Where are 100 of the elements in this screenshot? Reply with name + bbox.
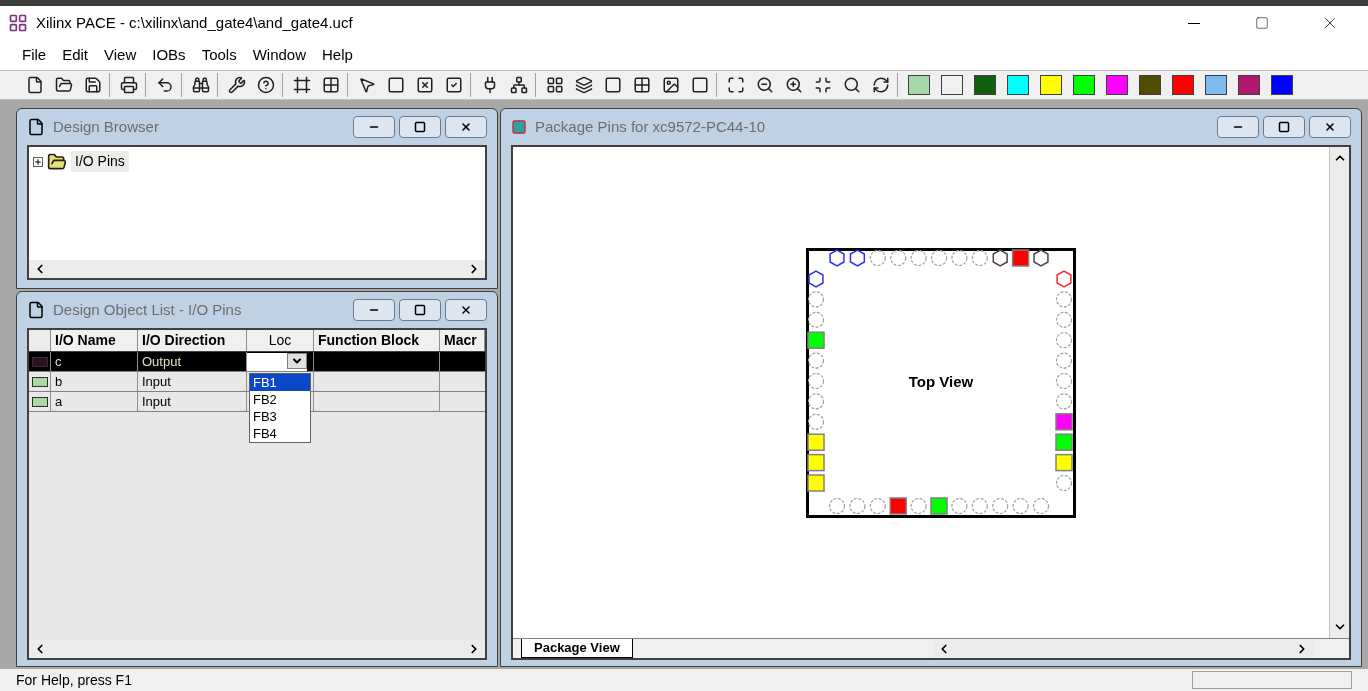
column-header[interactable]: Function Block xyxy=(314,330,440,351)
pin-marker[interactable] xyxy=(910,249,927,266)
table-row[interactable]: c Output xyxy=(29,352,485,372)
pin-marker[interactable] xyxy=(849,248,866,267)
pin-marker[interactable] xyxy=(1055,453,1073,471)
menu-item[interactable]: Edit xyxy=(54,43,97,67)
color-swatch[interactable] xyxy=(908,75,930,95)
pin-marker[interactable] xyxy=(807,372,825,389)
pin-marker[interactable] xyxy=(869,249,886,266)
column-header[interactable]: Loc xyxy=(247,330,314,351)
pin-marker[interactable] xyxy=(869,497,886,514)
pin-marker[interactable] xyxy=(807,473,825,492)
pin-marker[interactable] xyxy=(971,249,988,266)
column-header[interactable]: Macr xyxy=(440,330,485,351)
color-swatch[interactable] xyxy=(941,75,963,95)
dropdown-option[interactable]: FB2 xyxy=(250,391,310,408)
pin-marker[interactable] xyxy=(1055,392,1073,409)
pin-marker[interactable] xyxy=(828,497,846,514)
dropdown-option[interactable]: FB1 xyxy=(250,374,310,391)
pin-marker[interactable] xyxy=(930,249,948,266)
horizontal-scrollbar[interactable] xyxy=(29,260,485,278)
close-icon xyxy=(1324,121,1336,133)
dropdown-option[interactable]: FB3 xyxy=(250,408,310,425)
pin-marker[interactable] xyxy=(910,497,927,514)
color-swatch[interactable] xyxy=(1238,75,1260,95)
loc-dropdown-field[interactable] xyxy=(247,352,307,371)
pin-marker[interactable] xyxy=(1056,269,1072,288)
pin-marker[interactable] xyxy=(807,413,825,430)
pin-marker[interactable] xyxy=(807,290,825,307)
horizontal-scrollbar[interactable] xyxy=(29,640,485,658)
save-icon xyxy=(84,76,102,94)
color-swatch[interactable] xyxy=(1205,75,1227,95)
color-swatch[interactable] xyxy=(1073,75,1095,95)
color-swatch[interactable] xyxy=(1172,75,1194,95)
pin-marker[interactable] xyxy=(951,497,968,514)
vertical-scrollbar[interactable] xyxy=(1329,147,1349,638)
pin-marker[interactable] xyxy=(829,248,845,267)
restore-button[interactable] xyxy=(399,299,441,321)
pin-marker[interactable] xyxy=(1012,497,1029,514)
pin-marker[interactable] xyxy=(971,497,988,514)
restore-icon xyxy=(414,304,426,316)
color-swatch[interactable] xyxy=(1139,75,1161,95)
pin-marker[interactable] xyxy=(807,453,825,471)
pin-marker[interactable] xyxy=(807,392,825,409)
column-header[interactable]: I/O Name xyxy=(51,330,138,351)
pin-marker[interactable] xyxy=(1055,311,1073,328)
table-cell: Input xyxy=(138,372,247,391)
pin-marker[interactable] xyxy=(807,432,825,451)
menu-item[interactable]: View xyxy=(96,43,145,67)
menu-item[interactable]: Tools xyxy=(193,43,245,67)
pin-marker[interactable] xyxy=(992,248,1008,267)
grid-icon xyxy=(633,76,651,94)
pin-marker[interactable] xyxy=(1055,412,1073,431)
menu-item[interactable]: File xyxy=(14,43,55,67)
pin-marker[interactable] xyxy=(1055,372,1073,389)
color-swatch[interactable] xyxy=(1040,75,1062,95)
pin-marker[interactable] xyxy=(930,496,948,515)
document-icon xyxy=(27,118,45,136)
dropdown-option[interactable]: FB4 xyxy=(250,425,310,442)
app-icon xyxy=(8,13,28,33)
pin-marker[interactable] xyxy=(1032,497,1050,514)
square-check-icon xyxy=(445,76,463,94)
pin-marker[interactable] xyxy=(807,311,825,328)
tree-item[interactable]: I/O Pins xyxy=(71,151,129,172)
restore-button[interactable] xyxy=(1263,116,1305,138)
pin-marker[interactable] xyxy=(849,497,866,514)
layers-icon xyxy=(575,76,593,94)
pin-marker[interactable] xyxy=(889,496,907,515)
pin-marker[interactable] xyxy=(1055,331,1073,348)
restore-button[interactable] xyxy=(399,116,441,138)
pin-marker[interactable] xyxy=(807,330,825,349)
menu-item[interactable]: IOBs xyxy=(144,43,194,67)
pin-marker[interactable] xyxy=(807,352,825,369)
pin-marker[interactable] xyxy=(1055,290,1073,307)
fit-icon xyxy=(727,76,745,94)
close-button[interactable] xyxy=(1309,116,1351,138)
color-swatch[interactable] xyxy=(974,75,996,95)
pin-marker[interactable] xyxy=(1055,352,1073,369)
pin-marker[interactable] xyxy=(1033,248,1049,267)
color-swatch[interactable] xyxy=(1271,75,1293,95)
color-swatch[interactable] xyxy=(1106,75,1128,95)
table-cell: c xyxy=(51,352,138,371)
close-button[interactable] xyxy=(445,299,487,321)
column-header[interactable]: I/O Direction xyxy=(138,330,247,351)
menu-item[interactable]: Window xyxy=(244,43,314,67)
child-window-title: Design Browser xyxy=(53,116,160,137)
pin-marker[interactable] xyxy=(1011,248,1030,267)
view-tab[interactable]: Package View xyxy=(521,639,633,658)
child-window-title: Design Object List - I/O Pins xyxy=(53,299,243,320)
pin-marker[interactable] xyxy=(890,249,907,266)
pin-marker[interactable] xyxy=(992,497,1009,514)
pin-marker[interactable] xyxy=(951,249,968,266)
menu-item[interactable]: Help xyxy=(314,43,361,67)
expander-icon[interactable] xyxy=(33,156,43,167)
pin-marker[interactable] xyxy=(1055,432,1073,451)
horizontal-scrollbar[interactable] xyxy=(932,640,1313,658)
close-button[interactable] xyxy=(445,116,487,138)
pin-marker[interactable] xyxy=(1055,474,1073,491)
pin-marker[interactable] xyxy=(808,269,824,288)
color-swatch[interactable] xyxy=(1007,75,1029,95)
